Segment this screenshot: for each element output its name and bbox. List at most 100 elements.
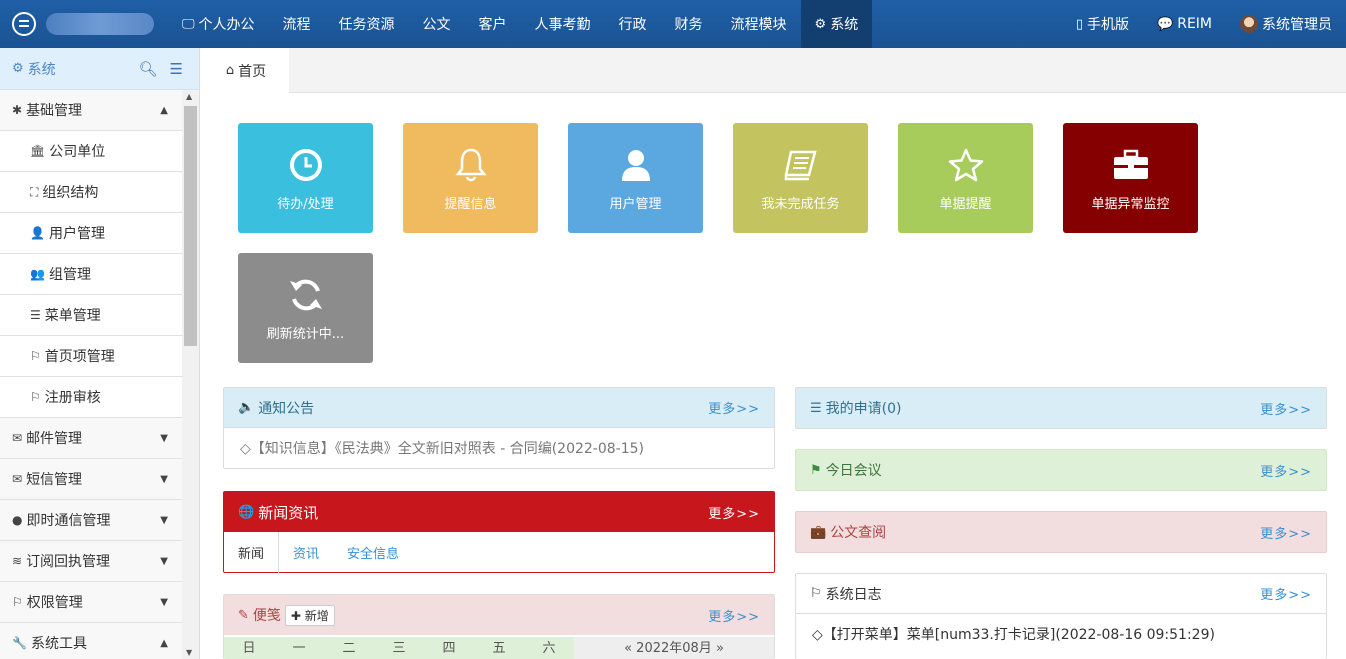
shortcut-tile[interactable]: 单据异常监控 [1063,123,1198,233]
refresh-icon [288,275,324,315]
tile-label: 我未完成任务 [761,196,840,212]
scroll-down-arrow-icon[interactable]: ▼ [186,648,192,657]
search-icon[interactable]: 🔍︎ [139,60,158,78]
nav-workflow-modules[interactable]: 流程模块 [717,0,801,48]
nav-task-resources[interactable]: 任务资源 [325,0,409,48]
apply-more-link[interactable]: 更多>> [1260,399,1312,418]
nav-finance[interactable]: 财务 [661,0,717,48]
news-tab-info[interactable]: 资讯 [279,532,333,573]
caret-down-icon[interactable]: ▼ [160,515,168,526]
shortcut-tile[interactable]: 单据提醒 [898,123,1033,233]
sidebar-item[interactable]: ✱ 基础管理 ▲ [0,90,182,131]
caret-down-icon[interactable]: ▼ [160,474,168,485]
shortcut-tile[interactable]: 我未完成任务 [733,123,868,233]
notice-item[interactable]: ◇【知识信息】《民法典》全文新旧对照表 - 合同编(2022-08-15) [224,428,774,468]
caret-up-icon[interactable]: ▲ [160,105,168,116]
sidebar-item[interactable]: 🔧 系统工具 ▲ [0,623,182,659]
sidebar-item[interactable]: ✉ 邮件管理 ▼ [0,418,182,459]
tile-label: 刷新统计中... [266,326,345,342]
notice-title: 通知公告 [258,400,315,417]
news-more-link[interactable]: 更多>> [708,503,760,522]
sidebar-item[interactable]: ☰ 菜单管理 [0,295,182,336]
shortcut-tile[interactable]: 用户管理 [568,123,703,233]
sidebar-scrollbar[interactable]: ▲ ▼ [182,90,199,659]
shortcut-tile[interactable]: 刷新统计中... [238,253,373,363]
edit-icon: ✎ [238,607,249,623]
sidebar-item[interactable]: ● 即时通信管理 ▼ [0,500,182,541]
docs-panel: 💼 公文查阅 更多>> [795,511,1327,553]
bell-icon [454,145,488,185]
bookmark-icon: ⚐ [30,349,41,363]
nav-customers[interactable]: 客户 [465,0,521,48]
memo-more-link[interactable]: 更多>> [708,606,760,625]
globe-icon: 🌐 [238,504,255,520]
apply-panel: ☰ 我的申请(0) 更多>> [795,387,1327,429]
sidebar-item[interactable]: ⚐ 权限管理 ▼ [0,582,182,623]
menu-toggle-icon[interactable]: ☰ [170,60,183,78]
calendar-month-nav[interactable]: « 2022年08月 » [574,637,774,659]
rss-icon: ≋ [12,554,23,568]
sidebar-item[interactable]: ⚐ 首页项管理 [0,336,182,377]
nav-user-menu[interactable]: 系统管理员 [1226,0,1346,48]
apply-title: 我的申请(0) [825,401,902,417]
syslog-panel-header: ⚐ 系统日志 更多>> [796,574,1326,614]
gear-icon: ⚙ [814,16,827,32]
caret-up-icon[interactable]: ▲ [160,638,168,649]
shortcut-tile[interactable]: 提醒信息 [403,123,538,233]
nav-documents[interactable]: 公文 [409,0,465,48]
chat-logo-icon[interactable] [12,12,36,36]
main-nav: 🖵 个人办公 流程 任务资源 公文 客户 人事考勤 行政 财务 流程模块 ⚙ 系统 [168,0,873,48]
nav-personal-office[interactable]: 🖵 个人办公 [168,0,269,48]
weekday-label: 二 [342,641,356,656]
sidebar-item[interactable]: 👤 用户管理 [0,213,182,254]
sidebar-item[interactable]: 👥 组管理 [0,254,182,295]
meeting-title: 今日会议 [825,463,882,479]
caret-down-icon[interactable]: ▼ [160,556,168,567]
sitemap-icon: ⛶ [30,184,39,199]
meeting-more-link[interactable]: 更多>> [1260,461,1312,480]
sidebar-item-label: 用户管理 [48,226,105,242]
caret-down-icon[interactable]: ▼ [160,433,168,444]
sidebar-item-label: 基础管理 [26,103,83,119]
sidebar: ⚙ 系统 🔍︎ ☰ ✱ 基础管理 ▲ 🏛 公司单位 ⛶ 组织结构 👤 用户管理 👥 组管理 ☰ 菜单管理… [0,48,200,659]
mobile-icon: ▯ [1075,16,1084,32]
desktop-icon: 🖵 [182,16,195,32]
syslog-more-link[interactable]: 更多>> [1260,584,1312,603]
memo-panel: ✎ 便笺 ✚ 新增 更多>> 日 一 二 三 四 五 六 « 2022年08月 … [223,594,775,659]
news-tab-news[interactable]: 新闻 [224,532,280,573]
sidebar-item[interactable]: ✉ 短信管理 ▼ [0,459,182,500]
sidebar-item[interactable]: ≋ 订阅回执管理 ▼ [0,541,182,582]
syslog-title: 系统日志 [825,586,882,603]
weekday-label: 一 [292,641,306,656]
meeting-panel: ⚑ 今日会议 更多>> [795,449,1327,491]
tab-bar: ⌂ 首页 [203,48,1346,93]
bookmark-icon: ⚐ [810,586,822,601]
envelope-icon: ✉ [12,431,23,445]
nav-system[interactable]: ⚙ 系统 [800,0,873,48]
sidebar-item-label: 系统工具 [30,636,87,652]
tab-home[interactable]: ⌂ 首页 [203,48,289,93]
sidebar-item[interactable]: ⛶ 组织结构 [0,172,182,213]
star-icon [948,145,984,185]
briefcase-icon [1112,145,1150,185]
sidebar-item[interactable]: ⚐ 注册审核 [0,377,182,418]
news-tab-security[interactable]: 安全信息 [333,532,413,573]
volume-icon: 🔈 [238,400,255,415]
top-navbar: 🖵 个人办公 流程 任务资源 公文 客户 人事考勤 行政 财务 流程模块 ⚙ 系统 … [0,0,1346,48]
memo-add-button[interactable]: ✚ 新增 [284,604,335,626]
scroll-up-arrow-icon[interactable]: ▲ [186,92,192,101]
nav-hr-attendance[interactable]: 人事考勤 [521,0,605,48]
scrollbar-thumb[interactable] [184,106,197,346]
sidebar-item-label: 菜单管理 [44,308,101,324]
docs-more-link[interactable]: 更多>> [1260,523,1312,542]
nav-reim[interactable]: 💬 REIM [1143,0,1226,48]
syslog-item[interactable]: ◇【打开菜单】菜单[num33.打卡记录](2022-08-16 09:51:2… [796,614,1326,654]
nav-admin[interactable]: 行政 [605,0,661,48]
shortcut-tile[interactable]: 待办/处理 [238,123,373,233]
tile-label: 待办/处理 [277,196,334,212]
nav-mobile[interactable]: ▯ 手机版 [1062,0,1143,48]
nav-workflow[interactable]: 流程 [269,0,325,48]
sidebar-item[interactable]: 🏛 公司单位 [0,131,182,172]
caret-down-icon[interactable]: ▼ [160,597,168,608]
notice-more-link[interactable]: 更多>> [708,398,760,417]
